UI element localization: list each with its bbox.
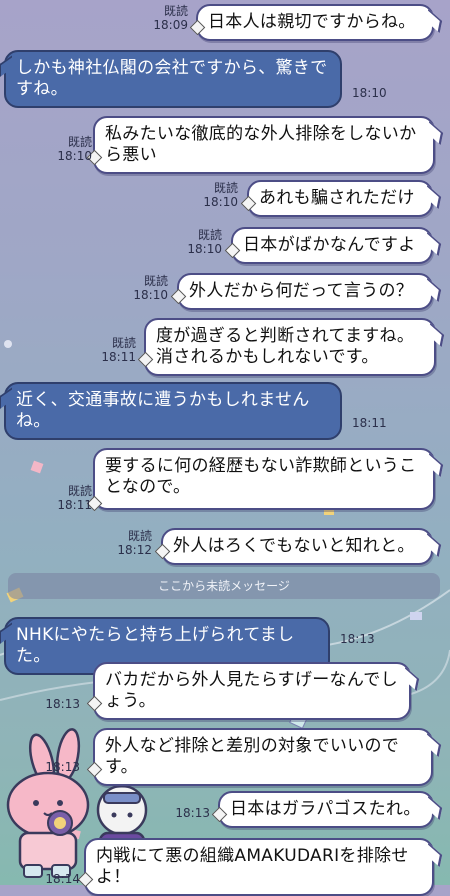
message-timestamp: 18:10 <box>57 149 92 163</box>
message-timestamp: 18:10 <box>203 195 238 209</box>
unread-messages-separator: ここから未読メッセージ <box>8 573 440 599</box>
sent-message-bubble[interactable]: 日本がばかなんですよ <box>231 227 433 264</box>
read-receipt-label: 既読 <box>143 274 168 288</box>
message-timestamp: 18:13 <box>45 760 80 774</box>
received-message-bubble[interactable]: しかも神社仏閣の会社ですから、驚きですね。 <box>4 50 342 108</box>
sent-message-bubble[interactable]: 外人だから何だって言うの？ <box>177 273 433 310</box>
read-receipt-label: 既読 <box>67 484 92 498</box>
message-timestamp: 18:11 <box>101 350 136 364</box>
sent-message-bubble[interactable]: あれも騙されただけ <box>247 180 433 217</box>
message-timestamp: 18:10 <box>187 242 222 256</box>
message-timestamp: 18:09 <box>153 18 188 32</box>
read-receipt-label: 既読 <box>127 529 152 543</box>
read-receipt-label: 既読 <box>213 181 238 195</box>
sent-message-bubble[interactable]: 外人など排除と差別の対象でいいのです。 <box>93 728 433 786</box>
message-timestamp: 18:13 <box>45 697 80 711</box>
read-receipt-label: 既読 <box>67 135 92 149</box>
message-timestamp: 18:11 <box>57 498 92 512</box>
sent-message-bubble[interactable]: 要するに何の経歴もない詐欺師ということなので。 <box>93 448 435 510</box>
message-timestamp: 18:10 <box>133 288 168 302</box>
read-receipt-label: 既読 <box>197 228 222 242</box>
sent-message-bubble[interactable]: 日本はガラパゴスたれ。 <box>218 791 434 828</box>
sent-message-bubble[interactable]: 度が過ぎると判断されてますね。消されるかもしれないです。 <box>144 318 436 376</box>
sent-message-bubble[interactable]: 私みたいな徹底的な外人排除をしないから悪い <box>93 116 435 174</box>
sent-message-bubble[interactable]: バカだから外人見たらすげーなんでしょう。 <box>93 662 411 720</box>
message-timestamp: 18:12 <box>117 543 152 557</box>
read-receipt-label: 既読 <box>111 336 136 350</box>
read-receipt-label: 既読 <box>163 4 188 18</box>
sent-message-bubble[interactable]: 内戦にて悪の組織AMAKUDARIを排除せよ！ <box>84 838 434 896</box>
message-timestamp: 18:10 <box>352 86 387 100</box>
received-message-bubble[interactable]: 近く、交通事故に遭うかもしれませんね。 <box>4 382 342 440</box>
message-timestamp: 18:13 <box>175 806 210 820</box>
message-timestamp: 18:11 <box>352 416 387 430</box>
sent-message-bubble[interactable]: 外人はろくでもないと知れと。 <box>161 528 433 565</box>
message-timestamp: 18:13 <box>340 632 375 646</box>
sent-message-bubble[interactable]: 日本人は親切ですからね。 <box>196 4 434 41</box>
message-timestamp: 18:14 <box>45 872 80 886</box>
